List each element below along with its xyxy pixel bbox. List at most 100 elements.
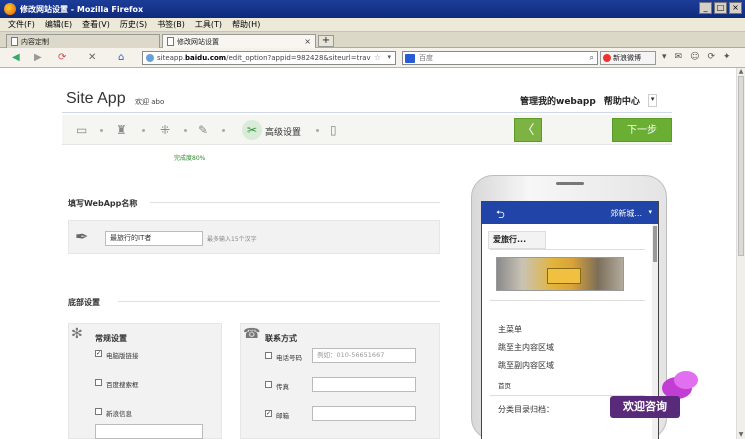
bookmark-star-icon[interactable]: ☆ <box>374 53 381 62</box>
url-bar[interactable]: siteapp. baidu.com/edit_option?appid=9824… <box>142 51 396 65</box>
pen-icon: ✒ <box>75 227 89 246</box>
page-scrollbar[interactable]: ▲ ▼ <box>736 68 745 439</box>
webapp-name-input[interactable]: 最旅行的IT者 <box>105 231 203 246</box>
fax-checkbox[interactable] <box>265 381 272 388</box>
help-center-link[interactable]: 帮助中心 <box>604 94 640 107</box>
minimize-button[interactable]: _ <box>699 2 712 14</box>
phone-scroll-thumb[interactable] <box>653 226 657 262</box>
skip-secondary-link[interactable]: 跳至副内容区域 <box>498 360 554 371</box>
news-checkbox[interactable] <box>95 408 102 415</box>
menu-help[interactable]: 帮助(H) <box>232 19 260 30</box>
back-arrow-icon[interactable]: ◀ <box>12 52 20 64</box>
search-icon[interactable]: ⌕ <box>590 53 594 63</box>
refresh-icon[interactable]: ⟳ <box>707 52 715 62</box>
weibo-button[interactable]: 新浪微博 <box>600 51 656 65</box>
close-button[interactable]: × <box>729 2 742 14</box>
weibo-icon <box>603 54 611 62</box>
tab-label: 内容定制 <box>21 37 49 46</box>
city-selector[interactable]: 郊新城... <box>610 208 642 219</box>
next-step-button[interactable]: 下一步 <box>612 118 672 142</box>
category-archive: 分类目录归档： <box>498 405 554 414</box>
header-links: 管理我的webapp 帮助中心 ▾ <box>520 94 658 107</box>
step-advanced-label: 高级设置 <box>265 128 302 138</box>
url-domain: baidu.com <box>185 54 227 62</box>
home-icon[interactable]: ⌂ <box>118 52 124 64</box>
common-settings-title: 常规设置 <box>95 334 127 343</box>
site-app-logo[interactable]: Site App <box>66 90 126 108</box>
step-layout-icon[interactable]: ⁜ <box>160 123 170 137</box>
smiley-icon[interactable]: ☺ <box>690 52 699 62</box>
progress-text: 完成度80% <box>174 155 206 162</box>
menu-icon[interactable]: ✦ <box>723 52 731 62</box>
common-settings-panel: ✻ 常规设置 ✓ 电脑版链接 百度搜索框 新浪信息 <box>68 323 222 439</box>
baidu-search-checkbox[interactable] <box>95 379 102 386</box>
step-edit-icon[interactable]: ✎ <box>198 123 208 137</box>
step-advanced-icon[interactable]: ✂ <box>242 120 262 140</box>
phone-number-checkbox[interactable] <box>265 352 272 359</box>
site-identity-icon[interactable] <box>146 54 154 62</box>
menu-edit[interactable]: 编辑(E) <box>45 19 72 30</box>
contact-panel: ☎ 联系方式 电话号码 例如：010-56651667 传真 ✓ 邮箱 <box>240 323 440 439</box>
tab-bar: 内容定制 修改网站设置 × + <box>0 32 745 48</box>
name-hint: 最多输入15个汉字 <box>207 236 257 243</box>
fax-label: 传真 <box>276 383 289 391</box>
phone-number-input[interactable]: 例如：010-56651667 <box>312 348 416 363</box>
toolbar-icons: ▾ ✉ ☺ ⟳ ✦ <box>662 52 731 62</box>
menu-bookmarks[interactable]: 书签(B) <box>157 19 185 30</box>
phone-handset-icon: ☎ <box>243 326 261 342</box>
url-dropdown-icon[interactable]: ▾ <box>387 53 391 61</box>
fax-input[interactable] <box>312 377 416 392</box>
new-tab-button[interactable]: + <box>318 35 334 47</box>
baidu-search-label: 百度搜索框 <box>106 381 139 389</box>
step-dot <box>184 129 187 132</box>
page-icon <box>167 37 174 46</box>
email-input[interactable] <box>312 406 416 421</box>
step-dot <box>316 129 319 132</box>
news-label: 新浪信息 <box>106 410 132 418</box>
news-input[interactable] <box>95 424 203 439</box>
manage-webapp-link[interactable]: 管理我的webapp <box>520 94 596 107</box>
scroll-down-icon[interactable]: ▼ <box>737 431 745 439</box>
search-input[interactable]: 百度 ⌕ <box>402 51 598 65</box>
footer-section-title: 底部设置 <box>68 298 100 307</box>
addon-icon[interactable]: ✉ <box>675 52 683 62</box>
page-content: Site App 欢迎 abo 管理我的webapp 帮助中心 ▾ ▭ ♜ ⁜ … <box>0 68 745 439</box>
step-shirt-icon[interactable]: ♜ <box>116 123 127 137</box>
menu-history[interactable]: 历史(S) <box>120 19 147 30</box>
tab-site-settings[interactable]: 修改网站设置 × <box>162 34 316 48</box>
app-tab[interactable]: 爱旅行... <box>488 231 546 249</box>
step-monitor-icon[interactable]: ▭ <box>76 123 87 137</box>
skip-main-link[interactable]: 跳至主内容区域 <box>498 342 554 353</box>
menu-bar: 文件(F) 编辑(E) 查看(V) 历史(S) 书签(B) 工具(T) 帮助(H… <box>0 18 745 32</box>
scroll-up-icon[interactable]: ▲ <box>737 68 745 76</box>
maximize-button[interactable]: □ <box>714 2 727 14</box>
close-tab-icon[interactable]: × <box>304 37 311 46</box>
back-icon[interactable]: ⮌ <box>496 206 505 225</box>
scroll-thumb[interactable] <box>738 76 744 256</box>
help-dropdown-icon[interactable]: ▾ <box>647 94 658 107</box>
main-menu-title: 主菜单 <box>498 325 522 334</box>
window-controls: _ □ × <box>699 2 742 14</box>
download-icon[interactable]: ▾ <box>662 52 667 62</box>
chat-bubble-icon <box>674 371 698 389</box>
home-link[interactable]: 首页 <box>498 380 511 390</box>
url-prefix: siteapp. <box>157 54 186 62</box>
search-engine-icon[interactable] <box>405 54 415 63</box>
menu-tools[interactable]: 工具(T) <box>195 19 222 30</box>
reload-icon[interactable]: ⟳ <box>58 52 66 64</box>
forward-arrow-icon[interactable]: ▶ <box>34 52 42 64</box>
welcome-text: 欢迎 abo <box>135 98 165 106</box>
email-checkbox[interactable]: ✓ <box>265 410 272 417</box>
previous-step-button[interactable]: 〈 <box>514 118 542 142</box>
menu-view[interactable]: 查看(V) <box>82 19 110 30</box>
stop-icon[interactable]: ✕ <box>88 52 96 64</box>
consult-label: 欢迎咨询 <box>610 396 680 418</box>
menu-file[interactable]: 文件(F) <box>8 19 35 30</box>
chevron-down-icon[interactable]: ▾ <box>648 208 652 216</box>
pc-link-checkbox[interactable]: ✓ <box>95 350 102 357</box>
step-phone-icon[interactable]: ▯ <box>330 123 337 137</box>
tab-content-custom[interactable]: 内容定制 <box>6 34 160 48</box>
consult-widget[interactable]: 欢迎咨询 <box>604 371 700 428</box>
section-divider <box>118 301 440 302</box>
phone-speaker <box>556 182 584 185</box>
